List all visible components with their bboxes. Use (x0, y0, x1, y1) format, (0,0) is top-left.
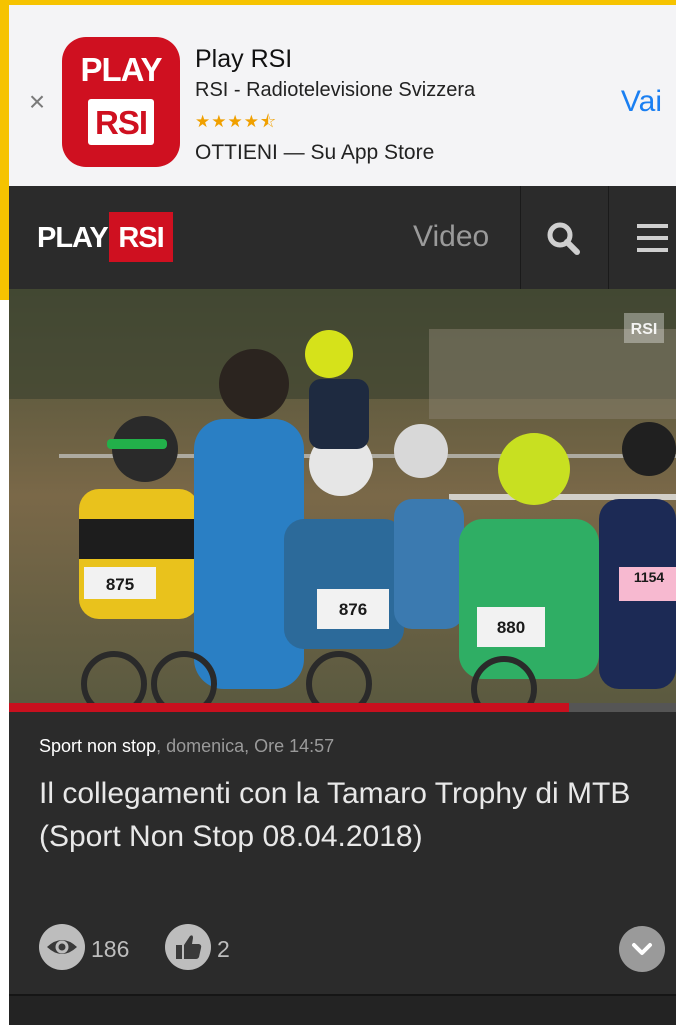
svg-text:880: 880 (497, 618, 525, 637)
menu-button[interactable] (609, 186, 676, 289)
expand-button[interactable] (619, 926, 665, 972)
thumbs-up-icon[interactable] (165, 924, 211, 970)
logo-rsi-text: RSI (118, 222, 164, 254)
logo-play-text: PLAY (37, 222, 109, 254)
bib-1154: 1154 (619, 567, 676, 601)
search-icon (547, 222, 580, 255)
bib-875: 875 (84, 567, 156, 599)
app-publisher: RSI - Radiotelevisione Svizzera (195, 79, 476, 101)
svg-text:875: 875 (106, 575, 134, 594)
video-thumbnail: 875 876 880 1154 RSI (9, 289, 676, 703)
like-count: 2 (217, 936, 230, 962)
eye-icon (39, 924, 85, 970)
program-name[interactable]: Sport non stop (39, 736, 156, 756)
app-name: Play RSI (195, 45, 293, 73)
broadcast-time: , domenica, Ore 14:57 (156, 736, 335, 756)
site-header: PLAY RSI Video (9, 186, 676, 289)
left-border (0, 0, 9, 300)
video-player[interactable]: 875 876 880 1154 RSI (9, 289, 676, 703)
rsi-watermark: RSI (631, 321, 658, 338)
close-icon[interactable]: × (25, 88, 49, 116)
video-progress-fill (9, 703, 570, 712)
app-store-get-text: OTTIENI — Su App Store (195, 141, 435, 164)
app-store-banner: × PLAY RSI Play RSI RSI - Radiotelevisio… (9, 5, 676, 186)
rating-stars: ★★★★⯪ (195, 112, 278, 131)
app-icon-rsi-box: RSI (88, 99, 154, 145)
bib-876: 876 (317, 589, 389, 629)
search-button[interactable] (521, 186, 608, 289)
open-app-button[interactable]: Vai (621, 85, 662, 119)
chevron-down-icon (632, 943, 652, 955)
app-icon[interactable]: PLAY RSI (62, 37, 180, 167)
app-icon-rsi-text: RSI (94, 104, 148, 141)
video-title: Il collegamenti con la Tamaro Trophy di … (39, 777, 631, 853)
video-progress-bar[interactable] (9, 703, 676, 712)
svg-text:876: 876 (339, 600, 367, 619)
video-meta: Sport non stop, domenica, Ore 14:57 (39, 736, 334, 757)
view-count: 186 (91, 936, 130, 962)
nav-video-link[interactable]: Video (413, 220, 489, 254)
svg-text:1154: 1154 (634, 569, 665, 585)
app-icon-play-text: PLAY (80, 51, 163, 88)
hamburger-icon (637, 224, 668, 252)
next-item-strip (9, 994, 676, 1025)
bib-880: 880 (477, 607, 545, 647)
logo-rsi-box: RSI (109, 212, 173, 262)
video-info-panel: Sport non stop, domenica, Ore 14:57 Il c… (9, 712, 676, 994)
